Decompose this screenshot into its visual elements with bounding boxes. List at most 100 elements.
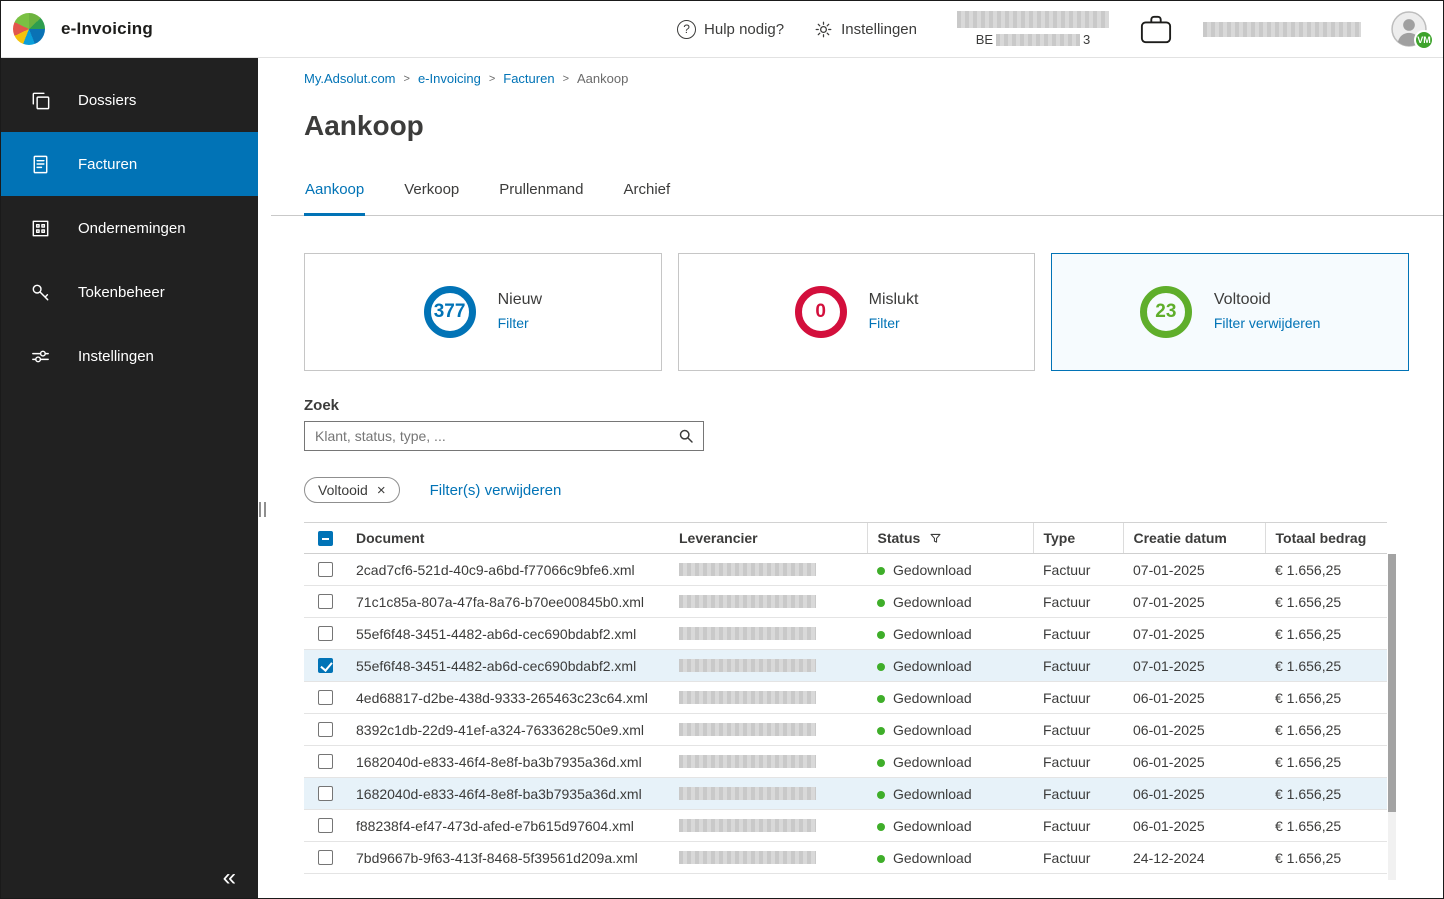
table-row-5[interactable]: 8392c1db-22d9-41ef-a324-7633628c50e9.xml…	[304, 713, 1387, 746]
sidebar-item-facturen[interactable]: Facturen	[1, 132, 258, 196]
row-checkbox[interactable]	[318, 690, 333, 705]
briefcase-icon[interactable]	[1139, 13, 1173, 45]
supplier-cell	[669, 617, 867, 650]
user-avatar[interactable]: VM	[1391, 11, 1434, 50]
breadcrumb-item-2[interactable]: Facturen	[503, 71, 554, 86]
stat-card-text: Voltooid Filter verwijderen	[1214, 291, 1321, 333]
row-checkbox[interactable]	[318, 818, 333, 833]
stat-card-voltooid[interactable]: 23 Voltooid Filter verwijderen	[1051, 253, 1410, 371]
stat-cards: 377 Nieuw Filter 0 Mislukt Filter 23 Voltooid Fi…	[304, 253, 1410, 371]
table-row-4[interactable]: 4ed68817-d2be-438d-9333-265463c23c64.xml…	[304, 681, 1387, 714]
status-dot-icon	[877, 854, 885, 863]
filter-chip-voltooid[interactable]: Voltooid ×	[304, 477, 400, 503]
select-all-checkbox[interactable]	[318, 530, 333, 546]
tab-verkoop[interactable]: Verkoop	[403, 165, 460, 216]
amount-cell: € 1.656,25	[1265, 585, 1387, 618]
column-header[interactable]: Document	[346, 522, 669, 554]
stat-card-mislukt[interactable]: 0 Mislukt Filter	[677, 253, 1036, 371]
row-checkbox[interactable]	[318, 594, 333, 609]
help-label: Hulp nodig?	[704, 20, 785, 38]
table-row-3[interactable]: 55ef6f48-3451-4482-ab6d-cec690bdabf2.xml…	[304, 649, 1387, 682]
status-dot-icon	[877, 822, 885, 831]
date-cell: 07-01-2025	[1123, 617, 1265, 650]
status-dot-icon	[877, 694, 885, 703]
scrollbar-thumb[interactable]	[1388, 554, 1396, 812]
table-row-2[interactable]: 55ef6f48-3451-4482-ab6d-cec690bdabf2.xml…	[304, 617, 1387, 650]
company-info[interactable]: BE 3	[957, 11, 1109, 47]
sidebar-item-ondernemingen[interactable]: Ondernemingen	[1, 196, 258, 260]
document-cell: 71c1c85a-807a-47fa-8a76-b70ee00845b0.xml	[346, 585, 669, 618]
supplier-cell	[669, 681, 867, 714]
table-row-9[interactable]: 7bd9667b-9f63-413f-8468-5f39561d209a.xml…	[304, 841, 1387, 874]
stat-card-action-link[interactable]: Filter	[869, 315, 900, 331]
date-cell: 06-01-2025	[1123, 777, 1265, 810]
help-link[interactable]: ? Hulp nodig?	[677, 19, 785, 39]
breadcrumb-item-0[interactable]: My.Adsolut.com	[304, 71, 396, 86]
sliders-icon	[32, 350, 49, 362]
stat-card-action-link[interactable]: Filter	[498, 315, 529, 331]
clear-filters-link[interactable]: Filter(s) verwijderen	[430, 482, 562, 499]
supplier-redacted-block	[679, 691, 816, 704]
row-checkbox[interactable]	[318, 786, 333, 801]
vat-redacted	[996, 33, 1081, 46]
row-checkbox[interactable]	[318, 658, 333, 673]
document-cell: 55ef6f48-3451-4482-ab6d-cec690bdabf2.xml	[346, 617, 669, 650]
topbar-right: ? Hulp nodig? Instellingen BE 3 VM	[677, 11, 1434, 50]
search-input[interactable]	[315, 428, 678, 444]
document-cell: 1682040d-e833-46f4-8e8f-ba3b7935a36d.xml	[346, 777, 669, 810]
breadcrumb: My.Adsolut.com > e-Invoicing > Facturen > Aank…	[304, 71, 1409, 86]
column-header[interactable]: Totaal bedrag	[1264, 522, 1387, 554]
row-checkbox[interactable]	[318, 754, 333, 769]
stat-card-action-link[interactable]: Filter verwijderen	[1214, 315, 1321, 331]
table-row-0[interactable]: 2cad7cf6-521d-40c9-a6bd-f77066c9bfe6.xml…	[304, 553, 1387, 586]
type-cell: Factuur	[1033, 777, 1123, 810]
column-header[interactable]: Creatie datum	[1122, 522, 1265, 554]
breadcrumb-item-3: Aankoop	[577, 71, 629, 86]
column-header[interactable]: Leverancier	[669, 522, 867, 554]
search-box	[304, 421, 704, 451]
sidebar-collapse-button[interactable]: «	[223, 866, 236, 890]
app-window: e-Invoicing ? Hulp nodig? Instellingen B…	[0, 0, 1444, 899]
app-logo-icon[interactable]	[13, 13, 45, 45]
tab-prullenmand[interactable]: Prullenmand	[498, 165, 584, 216]
search-icon[interactable]	[678, 428, 694, 444]
row-checkbox[interactable]	[318, 722, 333, 737]
tab-archief[interactable]: Archief	[622, 165, 671, 216]
table-row-6[interactable]: 1682040d-e833-46f4-8e8f-ba3b7935a36d.xml…	[304, 745, 1387, 778]
chip-remove-icon[interactable]: ×	[377, 483, 386, 498]
document-cell: 55ef6f48-3451-4482-ab6d-cec690bdabf2.xml	[346, 649, 669, 682]
panel-resize-handle[interactable]	[259, 502, 266, 517]
row-checkbox[interactable]	[318, 626, 333, 641]
topbar-settings-link[interactable]: Instellingen	[814, 20, 917, 39]
table-scrollbar[interactable]	[1388, 554, 1396, 880]
table-row-1[interactable]: 71c1c85a-807a-47fa-8a76-b70ee00845b0.xml…	[304, 585, 1387, 618]
status-filter-icon[interactable]	[929, 532, 942, 545]
date-cell: 07-01-2025	[1123, 585, 1265, 618]
stat-card-text: Mislukt Filter	[869, 291, 919, 333]
stat-card-nieuw[interactable]: 377 Nieuw Filter	[304, 253, 662, 371]
sidebar-item-instellingen[interactable]: Instellingen	[1, 324, 258, 388]
column-header[interactable]: Type	[1032, 522, 1123, 554]
status-cell: Gedownload	[867, 745, 1033, 778]
dossiers-icon	[32, 92, 50, 109]
amount-cell: € 1.656,25	[1265, 649, 1387, 682]
amount-cell: € 1.656,25	[1265, 617, 1387, 650]
supplier-cell	[669, 553, 867, 586]
status-cell: Gedownload	[867, 617, 1033, 650]
supplier-cell	[669, 649, 867, 682]
column-header-status[interactable]: Status	[878, 530, 921, 546]
breadcrumb-item-1[interactable]: e-Invoicing	[418, 71, 481, 86]
tab-aankoop[interactable]: Aankoop	[304, 165, 366, 216]
sidebar-item-tokenbeheer[interactable]: Tokenbeheer	[1, 260, 258, 324]
row-checkbox[interactable]	[318, 850, 333, 865]
supplier-redacted-block	[679, 627, 816, 640]
supplier-redacted-block	[679, 563, 816, 576]
table-row-8[interactable]: f88238f4-ef47-473d-afed-e7b615d97604.xml…	[304, 809, 1387, 842]
type-cell: Factuur	[1033, 745, 1123, 778]
supplier-redacted-block	[679, 659, 816, 672]
sidebar-item-dossiers[interactable]: Dossiers	[1, 68, 258, 132]
status-cell: Gedownload	[867, 713, 1033, 746]
row-checkbox[interactable]	[318, 562, 333, 577]
table-row-7[interactable]: 1682040d-e833-46f4-8e8f-ba3b7935a36d.xml…	[304, 777, 1387, 810]
amount-cell: € 1.656,25	[1265, 841, 1387, 874]
